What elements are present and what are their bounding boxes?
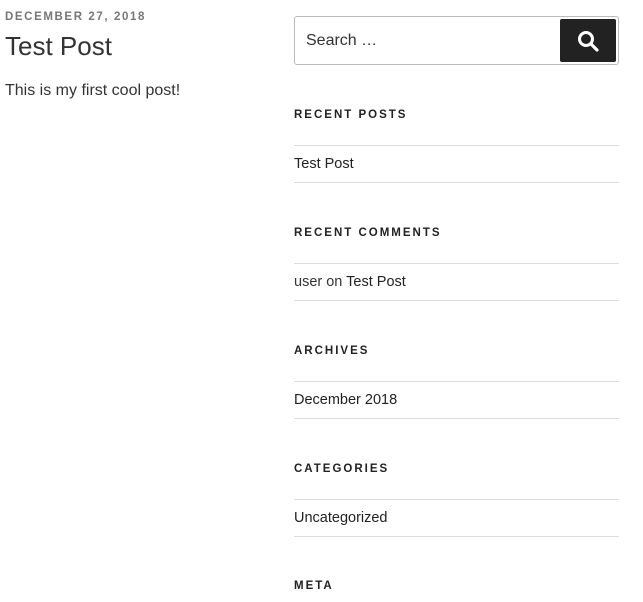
list-item: user on Test Post [294, 264, 619, 301]
widget-meta: Meta [294, 579, 619, 593]
post-title-link[interactable]: Test Post [5, 31, 112, 61]
recent-comments-list: user on Test Post [294, 263, 619, 301]
list-item: Test Post [294, 146, 619, 183]
post-title: Test Post [5, 30, 275, 62]
archive-link[interactable]: December 2018 [294, 392, 397, 408]
recent-post-link[interactable]: Test Post [294, 156, 354, 172]
recent-posts-list: Test Post [294, 145, 619, 183]
search-icon [577, 30, 599, 52]
sidebar: Recent Posts Test Post Recent Comments u… [294, 16, 619, 592]
widget-title-recent-comments: Recent Comments [294, 227, 442, 239]
search-form [294, 16, 619, 65]
list-item: Uncategorized [294, 500, 619, 537]
comment-connector: on [322, 274, 347, 290]
widget-title-meta: Meta [294, 580, 334, 592]
archives-list: December 2018 [294, 381, 619, 419]
post-content: This is my first cool post! [5, 82, 181, 99]
widget-title-categories: Categories [294, 463, 390, 475]
comment-post-link[interactable]: Test Post [346, 274, 406, 290]
widget-archives: Archives December 2018 [294, 344, 619, 419]
comment-author: user [294, 274, 323, 290]
category-link[interactable]: Uncategorized [294, 510, 388, 526]
widget-recent-comments: Recent Comments user on Test Post [294, 226, 619, 301]
categories-list: Uncategorized [294, 499, 619, 537]
search-input[interactable] [295, 17, 555, 64]
post-date: December 27, 2018 [5, 10, 275, 24]
widget-title-recent-posts: Recent Posts [294, 109, 408, 121]
widget-categories: Categories Uncategorized [294, 462, 619, 537]
page: December 27, 2018 Test Post This is my f… [0, 0, 643, 602]
post-article: December 27, 2018 Test Post This is my f… [5, 10, 275, 103]
widget-title-archives: Archives [294, 345, 370, 357]
list-item: December 2018 [294, 382, 619, 419]
post-date-link[interactable]: December 27, 2018 [5, 11, 146, 23]
widget-recent-posts: Recent Posts Test Post [294, 108, 619, 183]
search-button[interactable] [560, 19, 616, 62]
